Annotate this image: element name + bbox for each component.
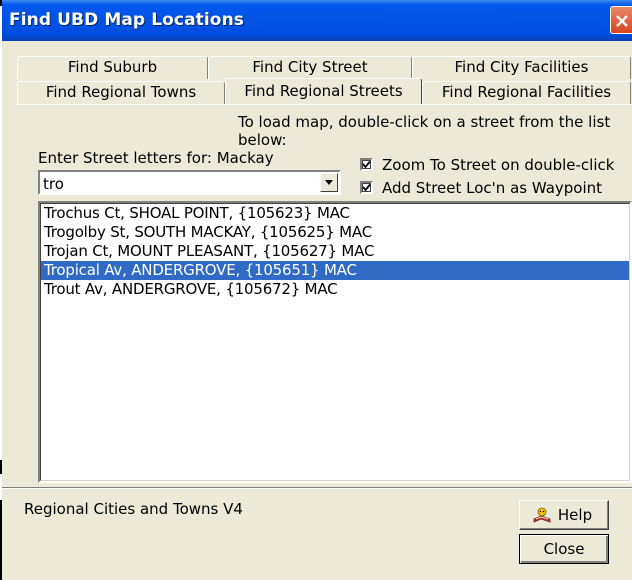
street-letters-value: tro <box>43 175 64 193</box>
list-item[interactable]: Trogolby St, SOUTH MACKAY, {105625} MAC <box>41 223 629 242</box>
help-button[interactable]: Help <box>519 500 609 530</box>
window-edge-mark <box>0 0 2 6</box>
window-edge-mark <box>0 460 2 474</box>
tab-find-regional-facilities[interactable]: Find Regional Facilities <box>422 81 631 104</box>
street-results-list[interactable]: Trochus Ct, SHOAL POINT, {105623} MAC Tr… <box>38 201 632 483</box>
close-icon <box>616 15 628 27</box>
tab-find-regional-towns[interactable]: Find Regional Towns <box>17 81 225 104</box>
help-label: Help <box>557 506 593 524</box>
tab-find-suburb[interactable]: Find Suburb <box>17 56 208 79</box>
list-item[interactable]: Trout Av, ANDERGROVE, {105672} MAC <box>41 280 629 299</box>
footer-divider-highlight <box>2 488 632 489</box>
tab-find-regional-streets[interactable]: Find Regional Streets <box>225 78 422 104</box>
add-waypoint-label[interactable]: Add Street Loc'n as Waypoint <box>382 179 602 197</box>
window-title: Find UBD Map Locations <box>9 10 245 30</box>
close-window-button[interactable] <box>610 6 632 34</box>
status-text: Regional Cities and Towns V4 <box>24 500 243 518</box>
checkmark-icon <box>362 160 371 169</box>
title-bar[interactable]: Find UBD Map Locations <box>2 0 632 41</box>
street-letters-combobox[interactable]: tro <box>38 170 341 195</box>
close-label: Close <box>543 540 585 558</box>
help-book-icon <box>533 507 551 523</box>
tab-panel-edge <box>17 104 631 105</box>
window-edge-mark <box>0 500 2 580</box>
tab-find-city-facilities[interactable]: Find City Facilities <box>412 56 631 79</box>
tab-label: Find Regional Streets <box>244 82 403 100</box>
close-button[interactable]: Close <box>519 534 609 564</box>
add-waypoint-checkbox[interactable] <box>360 181 373 194</box>
tab-label: Find City Facilities <box>454 58 589 76</box>
dialog-window: Find UBD Map Locations Find Suburb Find … <box>2 0 632 580</box>
list-inner-border: Trochus Ct, SHOAL POINT, {105623} MAC Tr… <box>40 203 630 481</box>
list-item-selected[interactable]: Tropical Av, ANDERGROVE, {105651} MAC <box>41 261 629 280</box>
tab-label: Find Regional Facilities <box>441 83 612 101</box>
list-item[interactable]: Trojan Ct, MOUNT PLEASANT, {105627} MAC <box>41 242 629 261</box>
tab-label: Find Regional Towns <box>45 83 197 101</box>
tab-find-city-street[interactable]: Find City Street <box>208 56 412 79</box>
checkmark-icon <box>362 183 371 192</box>
zoom-to-street-checkbox[interactable] <box>360 158 373 171</box>
zoom-to-street-label[interactable]: Zoom To Street on double-click <box>382 156 614 174</box>
chevron-down-icon <box>325 180 333 185</box>
tab-label: Find City Street <box>252 58 368 76</box>
combo-dropdown-button[interactable] <box>320 173 338 192</box>
street-letters-label: Enter Street letters for: Mackay <box>38 149 274 167</box>
instruction-text: To load map, double-click on a street fr… <box>238 113 611 149</box>
tab-label: Find Suburb <box>67 58 158 76</box>
list-item[interactable]: Trochus Ct, SHOAL POINT, {105623} MAC <box>41 204 629 223</box>
